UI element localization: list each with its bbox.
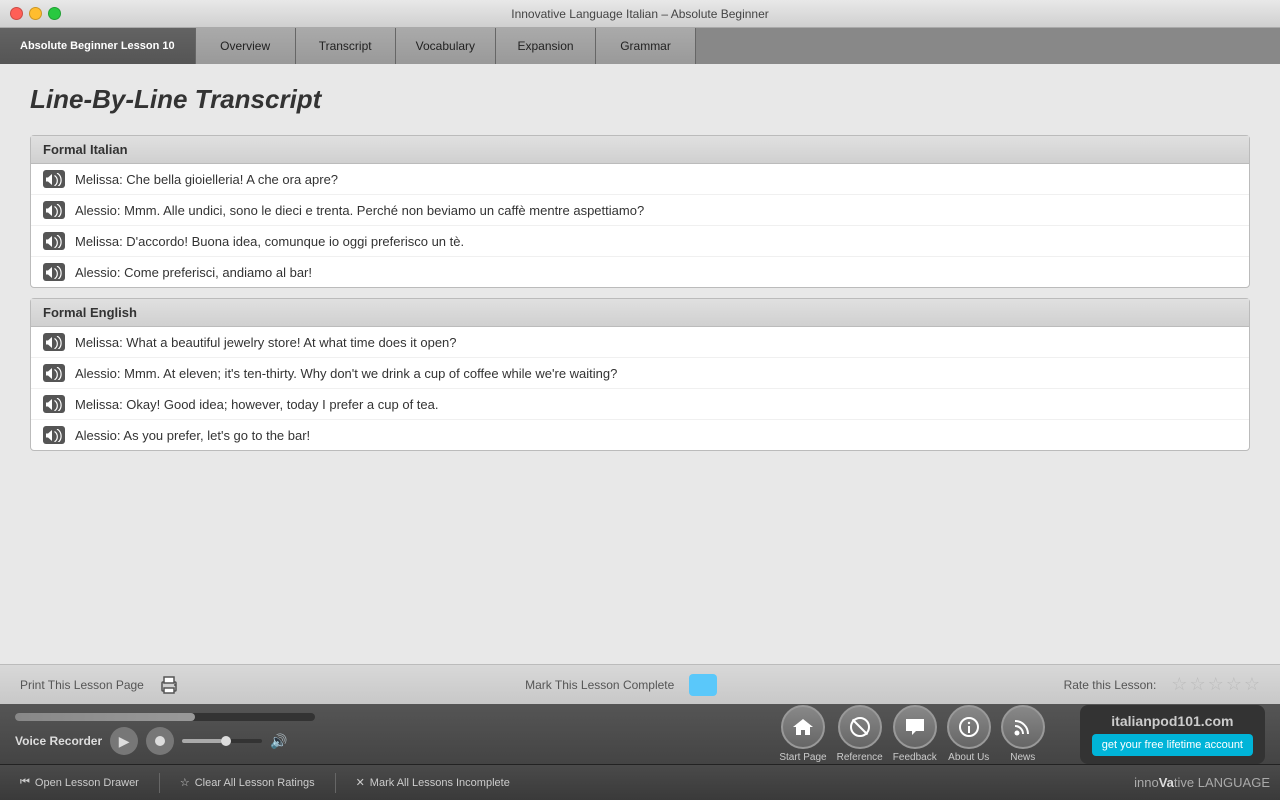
minimize-button[interactable] <box>29 7 42 20</box>
title-bar: Innovative Language Italian – Absolute B… <box>0 0 1280 28</box>
transcript-line: Melissa: Che bella gioielleria! A che or… <box>31 164 1249 195</box>
transcript-line: Melissa: D'accordo! Buona idea, comunque… <box>31 226 1249 257</box>
english-section: Formal English Melissa: What a beautiful… <box>30 298 1250 451</box>
nav-news-label: News <box>1010 752 1035 763</box>
page-title: Line-By-Line Transcript <box>30 84 1250 115</box>
transcript-line: Alessio: As you prefer, let's go to the … <box>31 420 1249 450</box>
audio-button-it-2[interactable] <box>43 201 65 219</box>
rate-label: Rate this Lesson: <box>1064 678 1157 692</box>
transcript-line: Melissa: What a beautiful jewelry store!… <box>31 327 1249 358</box>
toolbar-divider-2 <box>335 773 336 793</box>
line-it-1: Melissa: Che bella gioielleria! A che or… <box>75 172 338 187</box>
audio-button-it-4[interactable] <box>43 263 65 281</box>
x-icon: ✕ <box>356 776 365 789</box>
record-dot <box>155 736 165 746</box>
star-5[interactable]: ☆ <box>1244 674 1260 695</box>
volume-knob <box>221 736 231 746</box>
tab-transcript[interactable]: Transcript <box>296 28 396 64</box>
audio-button-en-3[interactable] <box>43 395 65 413</box>
line-it-4: Alessio: Come preferisci, andiamo al bar… <box>75 265 312 280</box>
line-en-1: Melissa: What a beautiful jewelry store!… <box>75 335 457 350</box>
window-title: Innovative Language Italian – Absolute B… <box>511 7 769 21</box>
feedback-icon <box>893 705 937 749</box>
audio-button-en-4[interactable] <box>43 426 65 444</box>
volume-high-icon: 🔊 <box>270 733 287 750</box>
progress-bar[interactable] <box>15 713 315 721</box>
nav-feedback-label: Feedback <box>893 752 937 763</box>
tab-grammar[interactable]: Grammar <box>596 28 696 64</box>
star-rating[interactable]: ☆ ☆ ☆ ☆ ☆ <box>1171 674 1260 695</box>
open-drawer-button[interactable]: ⏮ Open Lesson Drawer <box>10 772 149 793</box>
nav-icons: Start Page Reference Feedback <box>779 705 1044 763</box>
volume-fill <box>182 739 222 743</box>
star-3[interactable]: ☆ <box>1208 674 1224 695</box>
transcript-line: Alessio: Come preferisci, andiamo al bar… <box>31 257 1249 287</box>
progress-fill <box>15 713 195 721</box>
maximize-button[interactable] <box>48 7 61 20</box>
english-header: Formal English <box>31 299 1249 327</box>
cta-button[interactable]: get your free lifetime account <box>1092 734 1253 756</box>
line-it-3: Melissa: D'accordo! Buona idea, comunque… <box>75 234 464 249</box>
transcript-line: Alessio: Mmm. At eleven; it's ten-thirty… <box>31 358 1249 389</box>
audio-button-en-1[interactable] <box>43 333 65 351</box>
volume-slider[interactable] <box>182 739 262 743</box>
line-en-4: Alessio: As you prefer, let's go to the … <box>75 428 310 443</box>
tab-overview[interactable]: Overview <box>196 28 296 64</box>
line-en-2: Alessio: Mmm. At eleven; it's ten-thirty… <box>75 366 617 381</box>
audio-button-it-3[interactable] <box>43 232 65 250</box>
voice-recorder-label: Voice Recorder <box>15 734 102 748</box>
cta-box: italianpod101.com get your free lifetime… <box>1080 705 1265 764</box>
audio-button-it-1[interactable] <box>43 170 65 188</box>
nav-start-label: Start Page <box>779 752 826 763</box>
mark-incomplete-button[interactable]: ✕ Mark All Lessons Incomplete <box>346 772 520 793</box>
reference-icon <box>838 705 882 749</box>
nav-news[interactable]: News <box>1001 705 1045 763</box>
home-icon <box>781 705 825 749</box>
transcript-line: Melissa: Okay! Good idea; however, today… <box>31 389 1249 420</box>
info-icon <box>947 705 991 749</box>
transcript-line: Alessio: Mmm. Alle undici, sono le dieci… <box>31 195 1249 226</box>
tab-bar: Absolute Beginner Lesson 10 Overview Tra… <box>0 28 1280 64</box>
print-label: Print This Lesson Page <box>20 678 144 692</box>
toolbar-divider <box>159 773 160 793</box>
main-window: Absolute Beginner Lesson 10 Overview Tra… <box>0 28 1280 800</box>
nav-reference-label: Reference <box>837 752 883 763</box>
content-area: Line-By-Line Transcript Formal Italian M… <box>0 64 1280 664</box>
tab-expansion[interactable]: Expansion <box>496 28 596 64</box>
logo-area: innoVative LANGUAGE <box>1134 775 1270 790</box>
star-4[interactable]: ☆ <box>1226 674 1242 695</box>
nav-about-label: About Us <box>948 752 989 763</box>
drawer-icon: ⏮ <box>20 776 30 789</box>
complete-label: Mark This Lesson Complete <box>525 678 674 692</box>
action-bar: Print This Lesson Page Mark This Lesson … <box>0 664 1280 704</box>
bottom-toolbar: ⏮ Open Lesson Drawer ☆ Clear All Lesson … <box>0 764 1280 800</box>
nav-about[interactable]: About Us <box>947 705 991 763</box>
record-button[interactable] <box>146 727 174 755</box>
printer-icon[interactable] <box>159 676 179 694</box>
italian-section: Formal Italian Melissa: Che bella gioiel… <box>30 135 1250 288</box>
close-button[interactable] <box>10 7 23 20</box>
italian-header: Formal Italian <box>31 136 1249 164</box>
cta-title: italianpod101.com <box>1111 713 1233 729</box>
star-1[interactable]: ☆ <box>1171 674 1187 695</box>
player-bar: Voice Recorder ▶ 🔊 Star <box>0 704 1280 764</box>
complete-button[interactable] <box>689 674 717 696</box>
audio-button-en-2[interactable] <box>43 364 65 382</box>
play-button[interactable]: ▶ <box>110 727 138 755</box>
nav-start[interactable]: Start Page <box>779 705 826 763</box>
star-2[interactable]: ☆ <box>1189 674 1205 695</box>
line-en-3: Melissa: Okay! Good idea; however, today… <box>75 397 438 412</box>
clear-ratings-button[interactable]: ☆ Clear All Lesson Ratings <box>170 772 325 793</box>
nav-reference[interactable]: Reference <box>837 705 883 763</box>
window-controls <box>10 7 61 20</box>
nav-feedback[interactable]: Feedback <box>893 705 937 763</box>
tab-vocabulary[interactable]: Vocabulary <box>396 28 496 64</box>
rss-icon <box>1001 705 1045 749</box>
tab-lesson[interactable]: Absolute Beginner Lesson 10 <box>0 28 196 64</box>
logo-text: innoVative LANGUAGE <box>1134 775 1270 790</box>
star-icon: ☆ <box>180 776 190 789</box>
line-it-2: Alessio: Mmm. Alle undici, sono le dieci… <box>75 203 644 218</box>
